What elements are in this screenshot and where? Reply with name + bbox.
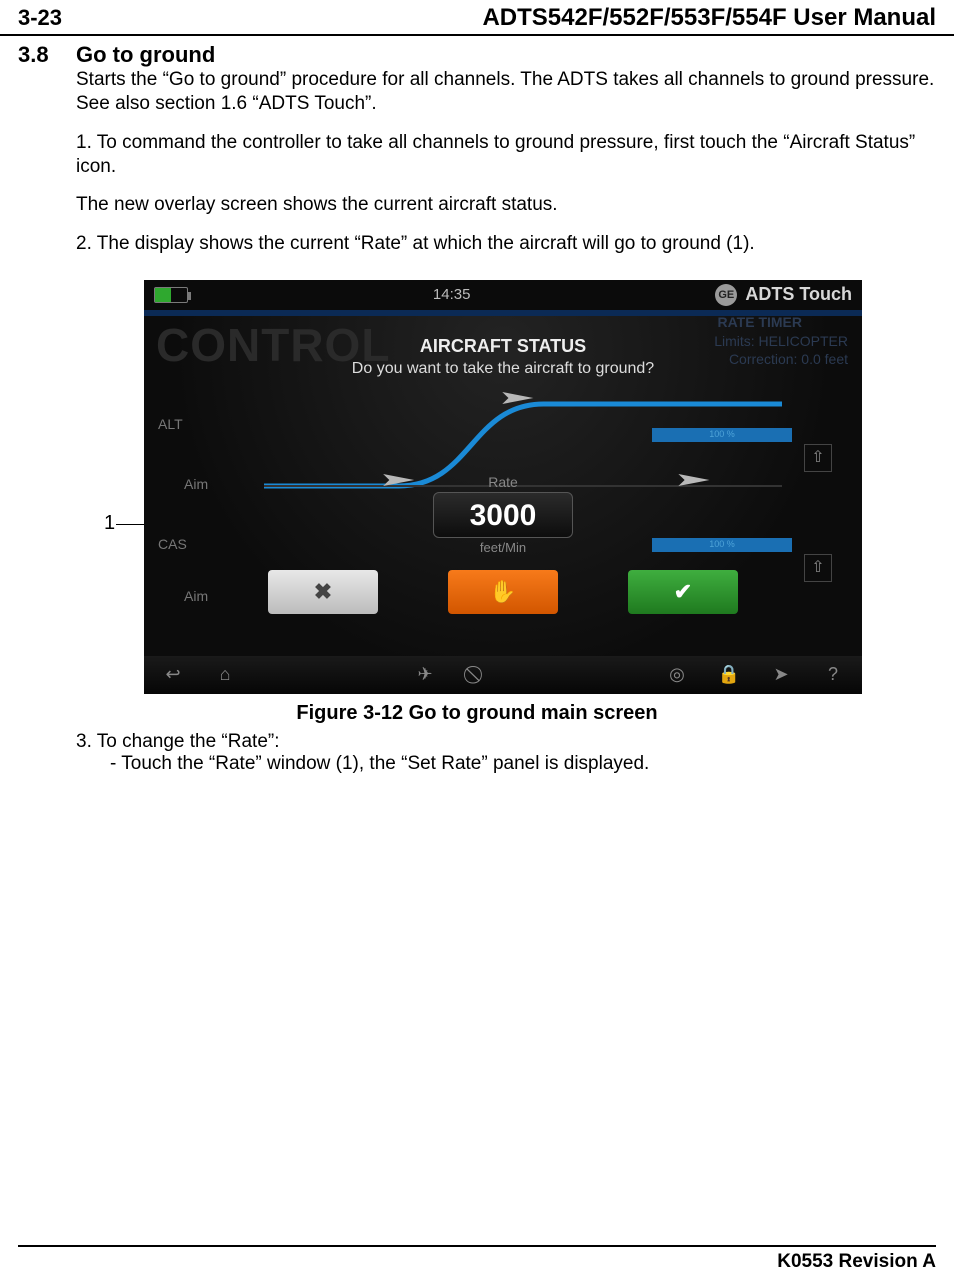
- brand-area: GE ADTS Touch: [715, 284, 852, 306]
- page-content: 3.8 Go to ground Starts the “Go to groun…: [0, 36, 954, 775]
- adts-touch-screenshot: 14:35 GE ADTS Touch CONTROL RATE TIMER L…: [144, 280, 862, 694]
- cas-progress-bar: 100 %: [652, 538, 792, 552]
- paragraph-step3: 3. To change the “Rate”:: [76, 731, 936, 753]
- figure-wrapper: 1 14:35 GE ADTS Touch CONTROL RATE TIMER…: [18, 280, 936, 725]
- bottom-toolbar: ↩ ⌂ ✈ ⃠ ◎ 🔒 ➤ ?: [144, 656, 862, 694]
- cancel-icon: ✖: [314, 579, 332, 605]
- home-icon[interactable]: ⌂: [208, 663, 242, 687]
- section-title: Go to ground: [76, 42, 215, 68]
- revision-label: K0553 Revision A: [777, 1251, 936, 1272]
- brand-label: ADTS Touch: [745, 284, 852, 305]
- cas-label: CAS: [158, 536, 187, 552]
- screenshot-body: CONTROL RATE TIMER Limits: HELICOPTER Co…: [144, 316, 862, 656]
- overlay-title: AIRCRAFT STATUS: [144, 336, 862, 357]
- hold-icon: ✋: [489, 579, 516, 605]
- rate-unit-label: feet/Min: [480, 540, 526, 555]
- alt-label: ALT: [158, 416, 183, 432]
- figure-caption: Figure 3-12 Go to ground main screen: [18, 702, 936, 725]
- confirm-button[interactable]: ✔: [628, 570, 738, 614]
- paragraph-step3-sub: - Touch the “Rate” window (1), the “Set …: [110, 753, 936, 775]
- battery-icon: [154, 287, 188, 303]
- alt-progress-bar: 100 %: [652, 428, 792, 442]
- lock-icon[interactable]: 🔒: [712, 663, 746, 687]
- alt-progress-text: 100 %: [652, 429, 792, 439]
- page-header: 3-23 ADTS542F/552F/553F/554F User Manual: [0, 0, 954, 36]
- section-number: 3.8: [18, 42, 76, 68]
- page-footer: K0553 Revision A: [18, 1245, 936, 1273]
- section-heading: 3.8 Go to ground: [18, 42, 936, 68]
- ge-logo-icon: GE: [715, 284, 737, 306]
- paragraph-intro: Starts the “Go to ground” procedure for …: [76, 68, 936, 117]
- target-icon[interactable]: ◎: [660, 663, 694, 687]
- plane-icon[interactable]: ✈: [408, 663, 442, 687]
- hold-button[interactable]: ✋: [448, 570, 558, 614]
- dialog-button-row: ✖ ✋ ✔: [144, 570, 862, 614]
- page-number: 3-23: [18, 5, 62, 31]
- nosmoke-icon[interactable]: ⃠: [460, 663, 494, 687]
- clock: 14:35: [433, 286, 471, 303]
- alt-up-arrow-icon[interactable]: ⇧: [804, 444, 832, 472]
- document-title: ADTS542F/552F/553F/554F User Manual: [482, 4, 936, 32]
- overlay-subtitle: Do you want to take the aircraft to grou…: [144, 360, 862, 378]
- aircraft-status-icon[interactable]: ➤: [764, 663, 798, 687]
- callout-number: 1: [104, 512, 115, 535]
- rate-value-box[interactable]: 3000: [433, 492, 573, 538]
- paragraph-step1: 1. To command the controller to take all…: [76, 131, 936, 180]
- rate-label: Rate: [144, 474, 862, 490]
- paragraph-step2: 2. The display shows the current “Rate” …: [76, 232, 936, 256]
- rate-timer-label: RATE TIMER: [717, 314, 802, 330]
- help-icon[interactable]: ?: [816, 663, 850, 687]
- back-icon[interactable]: ↩: [156, 663, 190, 687]
- cancel-button[interactable]: ✖: [268, 570, 378, 614]
- cas-progress-text: 100 %: [652, 539, 792, 549]
- paragraph-note: The new overlay screen shows the current…: [76, 193, 936, 217]
- check-icon: ✔: [674, 579, 692, 605]
- status-bar: 14:35 GE ADTS Touch: [144, 280, 862, 310]
